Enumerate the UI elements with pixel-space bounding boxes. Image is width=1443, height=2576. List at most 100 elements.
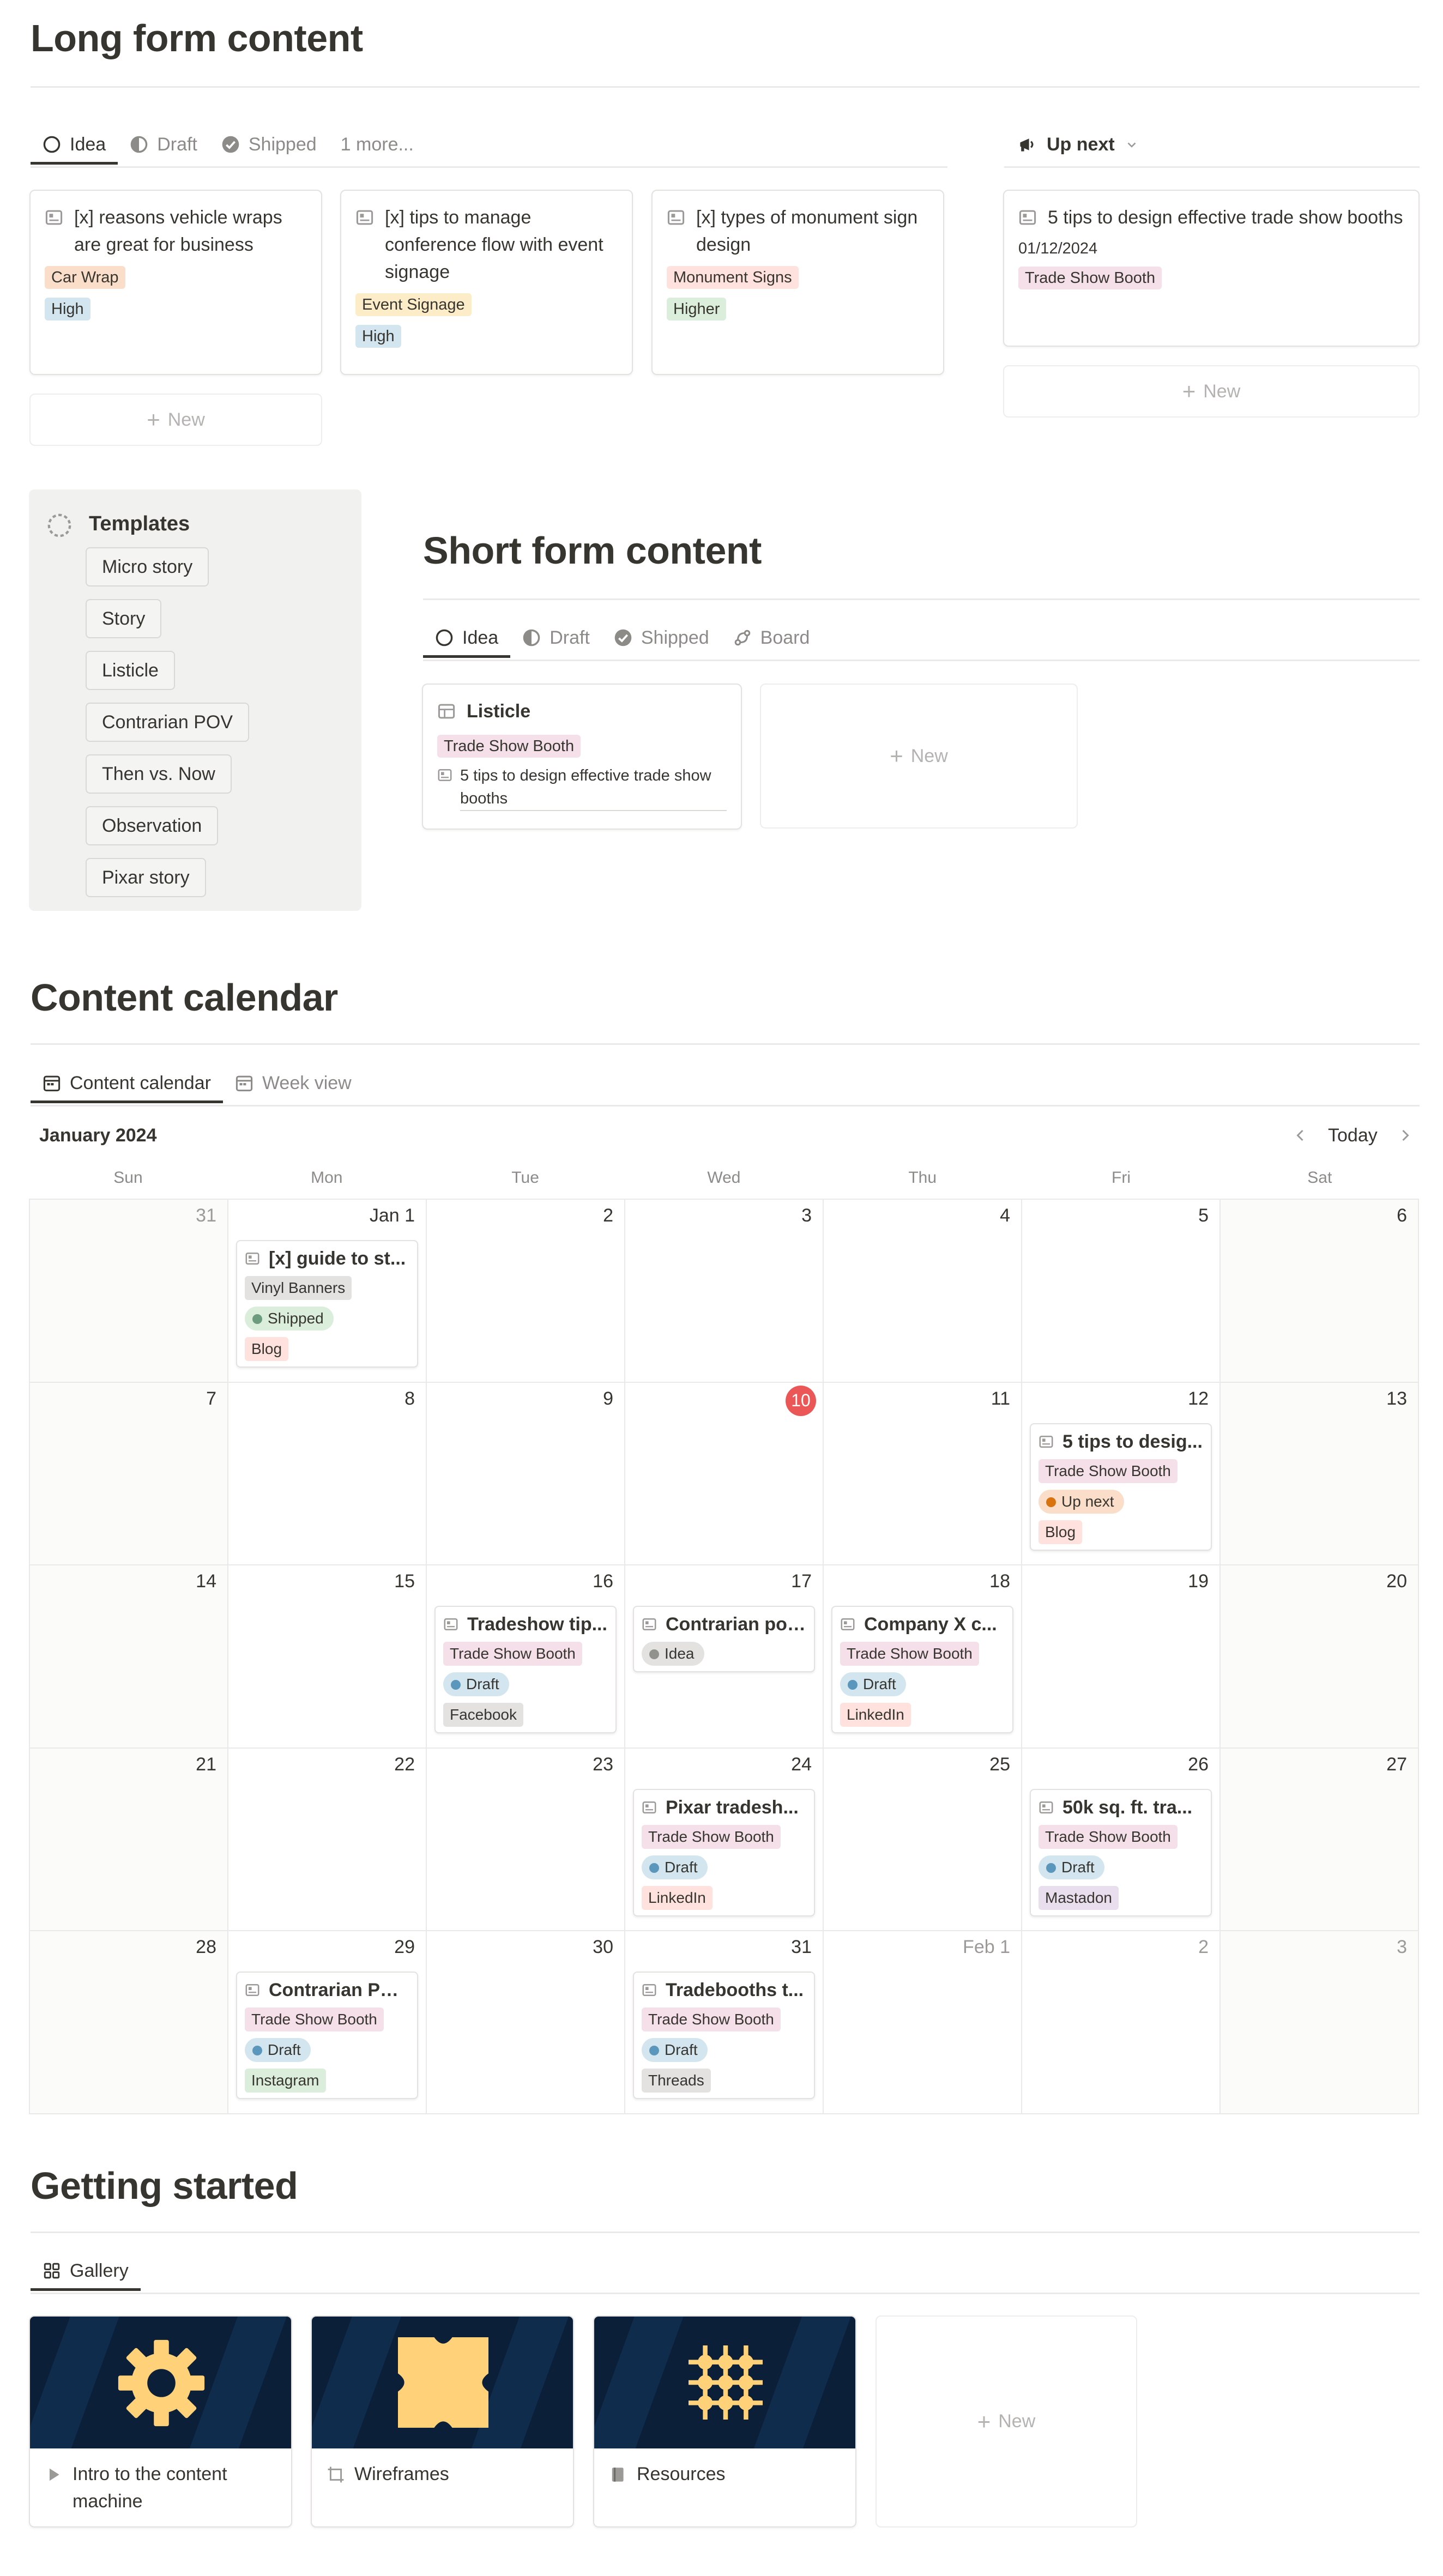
status-dot-icon (649, 2046, 659, 2056)
calendar-day-cell[interactable]: 10 (625, 1382, 824, 1566)
route-icon (734, 630, 750, 646)
calendar-day-cell[interactable]: 15 (228, 1565, 427, 1749)
today-button[interactable]: Today (1328, 1125, 1378, 1146)
gallery-card[interactable]: Resources (593, 2315, 856, 2527)
event-title: 5 tips to desig... (1062, 1431, 1203, 1452)
relation-link[interactable]: 5 tips to design effective trade show bo… (437, 764, 727, 811)
calendar-day-cell[interactable]: 24 Pixar tradesh... Trade Show Booth Draft L… (625, 1748, 824, 1932)
calendar-day-cell[interactable]: Jan 1 [x] guide to st... Vinyl Banners Ship… (228, 1200, 427, 1383)
weekday-label: Fri (1112, 1169, 1131, 1187)
tab-divider (1004, 166, 1420, 168)
calendar-day-cell[interactable]: 25 (824, 1748, 1022, 1932)
calendar-day-cell[interactable]: 2 (1022, 1931, 1221, 2114)
chevron-right-icon[interactable] (1397, 1127, 1414, 1144)
day-number: 15 (394, 1571, 415, 1592)
month-label: January 2024 (39, 1125, 157, 1146)
chevron-left-icon[interactable] (1292, 1127, 1308, 1144)
calendar-day-cell[interactable]: 28 (30, 1931, 228, 2114)
calendar-day-cell[interactable]: 5 (1022, 1200, 1221, 1383)
calendar-day-cell[interactable]: 4 (824, 1200, 1022, 1383)
calendar-day-cell[interactable]: 13 (1221, 1382, 1419, 1566)
board-card[interactable]: Listicle Trade Show Booth 5 tips to desi… (422, 684, 742, 830)
new-card-button[interactable]: + New (760, 684, 1078, 829)
template-button[interactable]: Contrarian POV (86, 703, 249, 742)
gallery-card[interactable]: Intro to the content machine (29, 2315, 292, 2527)
up-next-label: Up next (1047, 134, 1115, 155)
calendar-day-cell[interactable]: 27 (1221, 1748, 1419, 1932)
new-card-button[interactable]: + New (1003, 365, 1420, 418)
calendar-day-cell[interactable]: Feb 1 (824, 1931, 1022, 2114)
calendar-event-card[interactable]: [x] guide to st... Vinyl Banners Shipped Bl… (236, 1240, 418, 1368)
calendar-day-cell[interactable]: 3 (625, 1200, 824, 1383)
day-number: Feb 1 (963, 1937, 1010, 1958)
new-gallery-card-button[interactable]: + New (876, 2315, 1137, 2527)
board-card[interactable]: [x] tips to manage conference flow with … (340, 190, 633, 375)
gallery-card[interactable]: Wireframes (311, 2315, 574, 2527)
play-triangle-icon (50, 2468, 59, 2481)
calendar-day-cell[interactable]: 11 (824, 1382, 1022, 1566)
calendar-day-cell[interactable]: 20 (1221, 1565, 1419, 1749)
calendar-day-cell[interactable]: 23 (427, 1748, 625, 1932)
template-button[interactable]: Listicle (86, 651, 175, 690)
calendar-day-cell[interactable]: 14 (30, 1565, 228, 1749)
tab-draft[interactable]: Draft (118, 124, 209, 165)
board-card[interactable]: [x] types of monument sign design Monume… (651, 190, 944, 375)
calendar-day-cell[interactable]: 19 (1022, 1565, 1221, 1749)
calendar-day-cell[interactable]: 3 (1221, 1931, 1419, 2114)
calendar-day-cell[interactable]: 7 (30, 1382, 228, 1566)
tab-board[interactable]: Board (721, 618, 822, 658)
up-next-view[interactable]: Up next (1017, 131, 1139, 158)
tab-more[interactable]: 1 more... (329, 124, 426, 165)
divider (31, 2232, 1420, 2233)
template-button[interactable]: Then vs. Now (86, 754, 232, 794)
calendar-day-cell[interactable]: 12 5 tips to desig... Trade Show Booth Up n… (1022, 1382, 1221, 1566)
board-card[interactable]: [x] reasons vehicle wraps are great for … (29, 190, 322, 375)
calendar-day-cell[interactable]: 30 (427, 1931, 625, 2114)
calendar-day-cell[interactable]: 2 (427, 1200, 625, 1383)
calendar-day-cell[interactable]: 22 (228, 1748, 427, 1932)
day-number: 4 (1000, 1205, 1010, 1226)
calendar-day-cell[interactable]: 29 Contrarian PO... Trade Show Booth Draft I… (228, 1931, 427, 2114)
calendar-day-cell[interactable]: 6 (1221, 1200, 1419, 1383)
template-button[interactable]: Pixar story (86, 858, 206, 897)
calendar-day-cell[interactable]: 18 Company X c... Trade Show Booth Draft Lin… (824, 1565, 1022, 1749)
template-button[interactable]: Observation (86, 806, 219, 845)
calendar-day-cell[interactable]: 8 (228, 1382, 427, 1566)
gallery-cover (594, 2317, 855, 2448)
calendar-event-card[interactable]: Tradeshow tip... Trade Show Booth Draft Fac… (434, 1606, 617, 1734)
tab-draft[interactable]: Draft (510, 618, 602, 658)
tab-idea[interactable]: Idea (31, 124, 118, 165)
template-button[interactable]: Micro story (86, 547, 209, 586)
tag-chip: Trade Show Booth (437, 735, 581, 758)
check-circle-icon (222, 136, 239, 153)
status-badge: Draft (840, 1672, 906, 1697)
weekday-label: Sun (113, 1169, 143, 1187)
calendar-event-card[interactable]: Company X c... Trade Show Booth Draft Linke… (831, 1606, 1013, 1734)
new-label: New (998, 2411, 1036, 2432)
calendar-event-card[interactable]: Contrarian poi... Idea (633, 1606, 815, 1673)
calendar-day-cell[interactable]: 26 50k sq. ft. tra... Trade Show Booth Draf… (1022, 1748, 1221, 1932)
calendar-day-cell[interactable]: 16 Tradeshow tip... Trade Show Booth Draft F… (427, 1565, 625, 1749)
tag-chip: Trade Show Booth (642, 1824, 781, 1849)
calendar-event-card[interactable]: 5 tips to desig... Trade Show Booth Up nex… (1030, 1423, 1212, 1551)
tab-shipped[interactable]: Shipped (209, 124, 329, 165)
calendar-day-cell[interactable]: 31 Tradebooths t... Trade Show Booth Draft T… (625, 1931, 824, 2114)
calendar-event-card[interactable]: Contrarian PO... Trade Show Booth Draft Ins… (236, 1972, 418, 2100)
calendar-day-cell[interactable]: 21 (30, 1748, 228, 1932)
calendar-event-card[interactable]: Tradebooths t... Trade Show Booth Draft Thr… (633, 1972, 815, 2100)
new-card-button[interactable]: + New (29, 394, 322, 446)
calendar-event-card[interactable]: Pixar tradesh... Trade Show Booth Draft Lin… (633, 1788, 815, 1916)
day-number: 6 (1397, 1205, 1407, 1226)
calendar-day-cell[interactable]: 31 (30, 1200, 228, 1383)
tab-idea[interactable]: Idea (423, 618, 511, 658)
tab-week-view[interactable]: Week view (223, 1063, 364, 1103)
calendar-day-cell[interactable]: 17 Contrarian poi... Idea (625, 1565, 824, 1749)
tab-shipped[interactable]: Shipped (602, 618, 721, 658)
page-icon (642, 1984, 656, 1997)
up-next-card[interactable]: 5 tips to design effective trade show bo… (1003, 190, 1420, 347)
calendar-event-card[interactable]: 50k sq. ft. tra... Trade Show Booth Draft M… (1030, 1788, 1212, 1916)
calendar-day-cell[interactable]: 9 (427, 1382, 625, 1566)
tab-gallery[interactable]: Gallery (31, 2251, 141, 2291)
tab-content-calendar[interactable]: Content calendar (31, 1063, 223, 1103)
template-button[interactable]: Story (86, 599, 162, 638)
